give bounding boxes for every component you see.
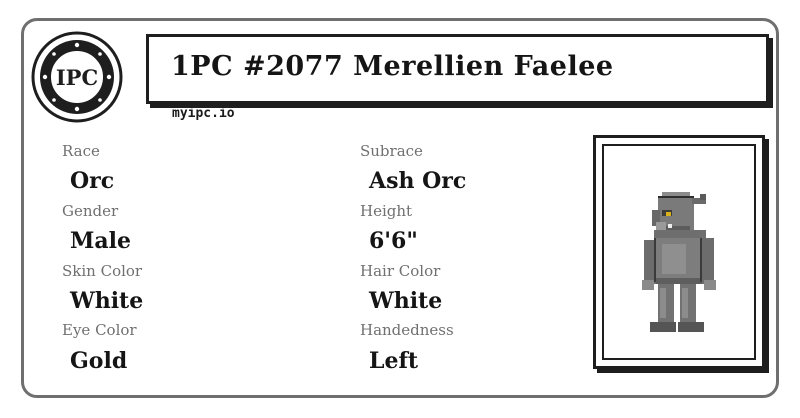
subrace-value: Ash Orc [369,168,467,194]
eye-color-label: Eye Color [62,321,137,339]
eye-color-value: Gold [70,348,128,374]
orc-character-sprite [642,192,716,332]
height-label: Height [360,202,413,220]
character-title: 1PC #2077 Merellien Faelee [171,51,614,82]
gender-value: Male [70,228,131,254]
seal-text: IPC [56,65,98,90]
hair-color-value: White [369,288,443,314]
race-value: Orc [70,168,115,194]
title-box: 1PC #2077 Merellien Faelee [146,34,769,104]
subrace-label: Subrace [360,142,423,160]
handedness-value: Left [369,348,419,374]
height-value: 6'6" [369,228,418,254]
skin-color-value: White [70,288,144,314]
gender-label: Gender [62,202,119,220]
hair-color-label: Hair Color [360,262,441,280]
site-link[interactable]: myipc.io [172,106,235,121]
portrait-frame [593,135,765,369]
skin-color-label: Skin Color [62,262,143,280]
race-label: Race [62,142,100,160]
ipc-seal-logo: IPC [31,31,123,123]
handedness-label: Handedness [360,321,454,339]
